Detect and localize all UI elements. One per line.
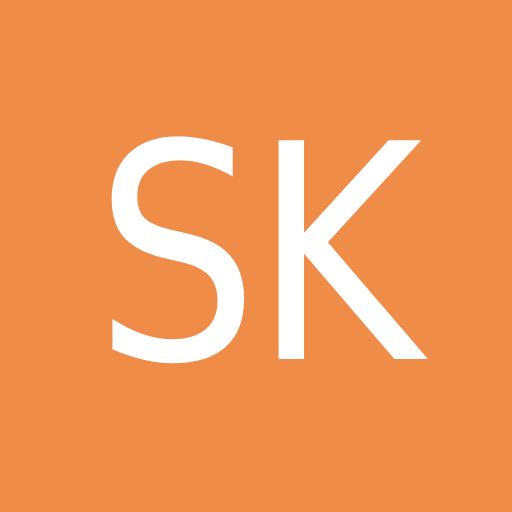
avatar-initials: SK xyxy=(94,81,423,430)
avatar: SK xyxy=(0,0,512,512)
